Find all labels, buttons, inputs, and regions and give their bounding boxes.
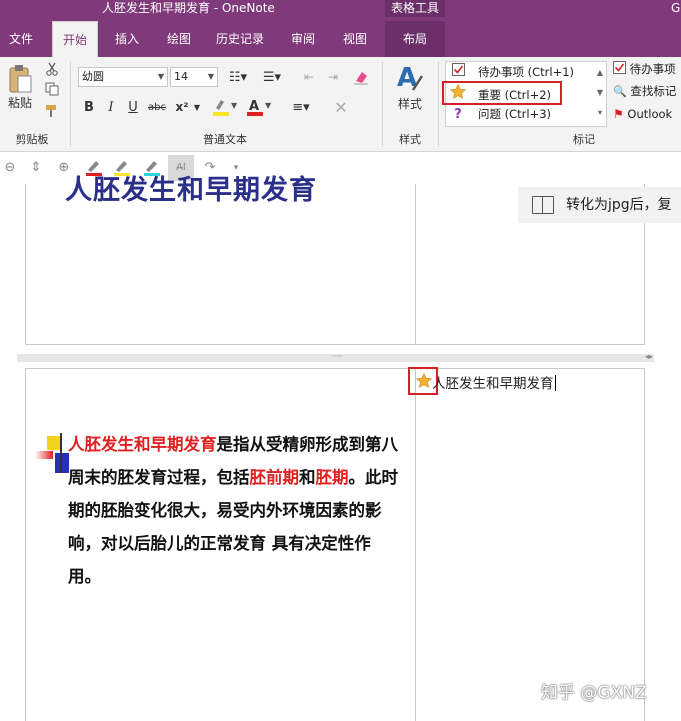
question-icon: ? [454, 107, 462, 122]
separator [382, 61, 383, 147]
styles-group-label: 样式 [399, 133, 421, 146]
increase-indent-icon[interactable]: ⇥ [322, 67, 344, 87]
callout-text: 转化为jpg后，复 [566, 197, 672, 213]
font-color-icon[interactable]: A ▼ [244, 97, 274, 117]
ribbon-tabs: 文件 开始 插入 绘图 历史记录 审阅 视图 布局 [0, 17, 681, 57]
font-size-value: 14 [174, 70, 188, 83]
tab-draw[interactable]: 绘图 [158, 21, 200, 57]
table-column-divider [415, 184, 416, 344]
decor-square-blue [55, 453, 69, 473]
table-drag-handle[interactable]: ···· ◂▸ [17, 352, 654, 362]
tab-home[interactable]: 开始 [52, 21, 98, 57]
decrease-indent-icon[interactable]: ⇤ [298, 67, 320, 87]
tab-review[interactable]: 审阅 [282, 21, 324, 57]
clipboard-group-label: 剪贴板 [15, 133, 49, 146]
todo-tag-label: 待办事项 [629, 62, 676, 76]
separator [70, 61, 71, 147]
bullets-icon[interactable]: ☷▾ [222, 67, 254, 87]
cut-icon[interactable] [44, 61, 60, 77]
gallery-scroll-down[interactable]: ▼ [594, 83, 606, 101]
bold-button[interactable]: B [80, 97, 98, 117]
underline-button[interactable]: U [124, 97, 142, 117]
gallery-expand[interactable]: ▾ [594, 103, 606, 121]
decor-line [60, 433, 62, 473]
window-title: 人胚发生和早期发育 - OneNote [102, 1, 275, 15]
outlook-label: Outlook [627, 107, 673, 121]
callout-tip: 转化为jpg后，复 [518, 187, 681, 223]
back-icon[interactable]: ⊖ [0, 158, 20, 178]
tag-question[interactable]: ? 问题 (Ctrl+3) [450, 105, 551, 124]
resize-arrows-icon[interactable]: ◂▸ [645, 352, 653, 361]
tab-file[interactable]: 文件 [0, 21, 42, 57]
decor-square-yellow [47, 436, 61, 450]
svg-text:A: A [249, 99, 259, 114]
tagged-note-label: 人胚发生和早期发育 [432, 376, 554, 392]
chevron-down-icon[interactable]: ▼ [208, 68, 214, 86]
slide-title-image: 人胚发生和早期发育 [65, 175, 317, 206]
text-run: 和 [299, 468, 316, 487]
tab-layout[interactable]: 布局 [385, 21, 445, 57]
font-size-combo[interactable]: 14 ▼ [170, 67, 218, 87]
tag-todo[interactable]: 待办事项 (Ctrl+1) [450, 63, 574, 82]
todo-tag-button[interactable]: 待办事项 [613, 59, 676, 79]
superscript-button[interactable]: x² [172, 97, 192, 117]
table-column-divider [415, 369, 416, 721]
separator [438, 61, 439, 147]
outlook-tasks-button[interactable]: ⚑ Outlook [613, 104, 672, 124]
grip-icon[interactable]: ···· [332, 353, 342, 361]
tagged-note-text[interactable]: 人胚发生和早期发育 [432, 372, 556, 392]
gallery-scroll-up[interactable]: ▲ [594, 63, 606, 81]
delete-icon[interactable]: ✕ [330, 97, 352, 117]
tab-insert[interactable]: 插入 [106, 21, 148, 57]
checkbox-icon [613, 60, 626, 80]
tag-question-label: 问题 (Ctrl+3) [478, 107, 552, 121]
find-tags-icon: 🔍 [613, 85, 627, 98]
checkbox-icon [450, 63, 466, 82]
find-tags-label: 查找标记 [630, 84, 677, 98]
tab-history[interactable]: 历史记录 [208, 21, 272, 57]
text-run: 胚前期 [249, 468, 300, 487]
svg-text:▼: ▼ [265, 101, 272, 110]
styles-button[interactable]: 样式 [390, 95, 430, 111]
format-painter-icon[interactable] [44, 103, 60, 119]
font-name-combo[interactable]: 幼圆 ▼ [78, 67, 168, 87]
dock-icon[interactable]: ⇕ [26, 158, 46, 178]
star-icon[interactable] [415, 372, 433, 389]
clear-format-icon[interactable] [350, 67, 372, 87]
book-icon [532, 196, 554, 214]
styles-icon[interactable]: A [393, 61, 427, 95]
highlight-box-important-tag [442, 81, 562, 105]
paste-icon[interactable] [6, 63, 34, 95]
chevron-down-icon[interactable]: ▼ [192, 97, 202, 117]
basic-text-group-label: 普通文本 [203, 133, 247, 146]
font-name-value: 幼圆 [82, 70, 104, 83]
watermark: 知乎 @GXNZ [541, 683, 647, 703]
account-initial[interactable]: G [671, 0, 680, 16]
highlight-color-icon[interactable]: ▼ [210, 97, 240, 117]
align-icon[interactable]: ≡▾ [284, 97, 318, 117]
tag-todo-label: 待办事项 (Ctrl+1) [478, 65, 575, 79]
ribbon: 粘贴 剪贴板 幼圆 ▼ 14 ▼ ☷▾ ☰▾ ⇤ ⇥ B I U abc x² … [0, 57, 681, 152]
copy-icon[interactable] [44, 81, 60, 97]
text-run: 人胚发生和早期发育 [68, 435, 217, 454]
decor-bar-red [35, 451, 53, 459]
text-cursor [554, 375, 556, 391]
chevron-down-icon[interactable]: ▼ [158, 68, 164, 86]
find-tags-button[interactable]: 🔍 查找标记 [613, 81, 676, 101]
flag-icon: ⚑ [613, 107, 624, 121]
tags-group-label: 标记 [573, 133, 595, 146]
tab-view[interactable]: 视图 [332, 21, 378, 57]
numbering-icon[interactable]: ☰▾ [256, 67, 288, 87]
text-run: 胚期 [315, 468, 349, 487]
paste-button[interactable]: 粘贴 [4, 95, 36, 110]
svg-text:▼: ▼ [231, 101, 238, 110]
strikethrough-button[interactable]: abc [146, 97, 168, 117]
body-paragraph[interactable]: 人胚发生和早期发育是指从受精卵形成到第八周末的胚发育过程，包括胚前期和胚期。此时… [68, 428, 398, 593]
italic-button[interactable]: I [102, 97, 120, 117]
